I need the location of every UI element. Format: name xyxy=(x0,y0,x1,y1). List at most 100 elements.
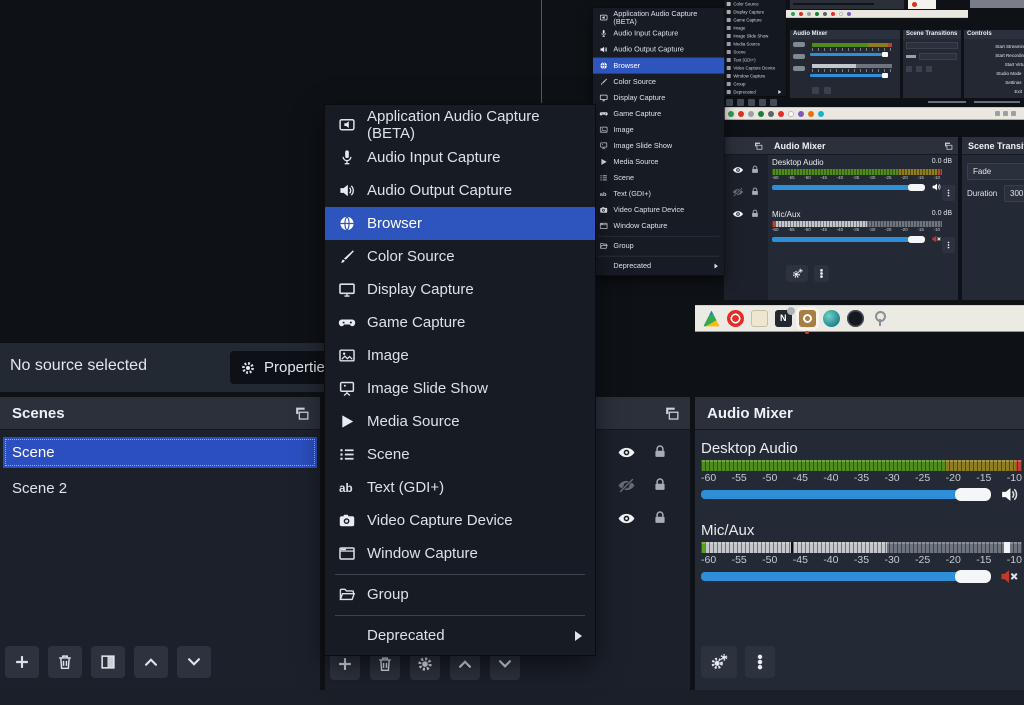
menu-item[interactable]: Text (GDI+) xyxy=(325,471,595,504)
menu-item[interactable]: Audio Output Capture xyxy=(325,174,595,207)
mini-submenu-arrow-icon xyxy=(715,263,718,268)
lock-icon[interactable] xyxy=(652,509,668,526)
menu-item[interactable]: Browser xyxy=(325,207,595,240)
menu-item-icon xyxy=(338,215,356,232)
mini-menu-item-icon xyxy=(599,222,608,230)
mini-advanced-audio-button xyxy=(786,265,808,282)
move-scene-up-button[interactable] xyxy=(134,646,168,678)
menu-item[interactable]: Image Slide Show xyxy=(325,372,595,405)
preview-guide-line xyxy=(541,0,542,103)
mini-menu-item: Media Source xyxy=(593,154,724,170)
mini-menu-item: Image xyxy=(593,122,724,138)
tiny-menu-item: Group xyxy=(724,80,786,88)
menu-item-label: Color Source xyxy=(367,248,455,265)
eye-off-icon[interactable] xyxy=(617,476,636,495)
audio-mixer-title: Audio Mixer xyxy=(707,405,793,422)
menu-item-icon xyxy=(338,413,356,430)
eye-icon[interactable] xyxy=(617,509,636,528)
mini-menu-item-icon xyxy=(599,174,608,182)
mini-menu-item-icon xyxy=(599,13,608,21)
speaker-icon[interactable] xyxy=(999,485,1020,504)
menu-item[interactable]: Display Capture xyxy=(325,273,595,306)
menu-item-label: Audio Output Capture xyxy=(367,182,512,199)
mini-volume-slider xyxy=(772,236,942,243)
earth-icon xyxy=(823,310,840,327)
menu-item[interactable]: Color Source xyxy=(325,240,595,273)
lock-icon[interactable] xyxy=(652,443,668,460)
mini-channel-db: 0.0 dB xyxy=(932,158,952,165)
menu-item-label: Text (GDI+) xyxy=(367,479,444,496)
menu-item-label: Window Capture xyxy=(367,545,478,562)
menu-item-label: Deprecated xyxy=(367,627,445,644)
volume-slider[interactable] xyxy=(701,570,1022,583)
meter-tick-labels: -60-55-50-45-40-35-30-25-20-15-10 xyxy=(701,472,1022,484)
mini-menu-item: Deprecated xyxy=(593,258,724,274)
menu-item-icon xyxy=(338,281,356,298)
menu-item-label: Group xyxy=(367,586,409,603)
add-scene-button[interactable] xyxy=(5,646,39,678)
mini-menu-item: Browser xyxy=(593,58,724,74)
gears-icon xyxy=(792,268,803,279)
mixer-channel: Desktop Audio -60-55-50-45-40-35-30-25-2… xyxy=(701,440,1022,515)
menu-item[interactable]: Audio Input Capture xyxy=(325,141,595,174)
advanced-audio-button[interactable] xyxy=(701,646,737,678)
lock-icon[interactable] xyxy=(652,476,668,493)
mini-menu-item-icon xyxy=(599,94,608,102)
slider-track xyxy=(701,490,960,499)
volume-slider[interactable] xyxy=(701,488,1022,501)
slider-handle[interactable] xyxy=(955,570,991,583)
menu-item[interactable]: Application Audio Capture (BETA) xyxy=(325,108,595,141)
scene-filters-button[interactable] xyxy=(91,646,125,678)
eye-icon xyxy=(732,164,744,176)
menu-item-label: Image Slide Show xyxy=(367,380,488,397)
notes-icon xyxy=(751,310,768,327)
popout-icon[interactable] xyxy=(293,405,311,422)
properties-button[interactable]: Properties xyxy=(230,351,330,384)
mini-scene-transitions-panel: Scene Transitions Fade Duration 300 ms xyxy=(962,137,1024,300)
tiny-scene-transitions-panel: Scene Transitions xyxy=(903,30,961,98)
eye-icon[interactable] xyxy=(617,443,636,462)
meter-tick-labels: -60-55-50-45-40-35-30-25-20-15-10 xyxy=(701,554,1022,566)
lock-icon xyxy=(750,208,760,219)
move-scene-down-button[interactable] xyxy=(177,646,211,678)
menu-item[interactable]: Media Source xyxy=(325,405,595,438)
submenu-arrow-icon xyxy=(575,631,582,641)
speaker-muted-icon xyxy=(931,234,942,244)
menu-item[interactable]: Window Capture xyxy=(325,537,595,570)
mini-menu-item-label: Audio Input Capture xyxy=(613,29,678,37)
menu-item[interactable]: Scene xyxy=(325,438,595,471)
meter-max-marker xyxy=(1004,542,1010,553)
mini-menu-item: Game Capture xyxy=(593,106,724,122)
menu-item[interactable]: Image xyxy=(325,339,595,372)
scenes-header: Scenes xyxy=(0,397,320,430)
mini-menu-item-icon xyxy=(599,262,608,270)
slider-track xyxy=(701,572,960,581)
scenes-panel: Scenes Scene Scene 2 xyxy=(0,397,320,690)
mini-source-menu: Application Audio Capture (BETA) Audio I… xyxy=(593,8,724,275)
scene-list-item[interactable]: Scene xyxy=(3,437,317,468)
popout-icon[interactable] xyxy=(663,405,681,422)
speaker-muted-icon[interactable] xyxy=(999,567,1020,586)
menu-item[interactable]: Game Capture xyxy=(325,306,595,339)
tiny-panel-title: Audio Mixer xyxy=(790,30,900,39)
scene-list-item[interactable]: Scene 2 xyxy=(3,473,317,504)
youtube-music-icon xyxy=(727,310,744,327)
menu-item[interactable]: Deprecated xyxy=(325,619,595,652)
menu-item-icon xyxy=(338,479,356,496)
eye-icon xyxy=(732,208,744,220)
mini-menu-item: Window Capture xyxy=(593,218,724,234)
mini-mixer-channel: Desktop Audio 0.0 dB -60-55-50-45-40-35-… xyxy=(772,158,954,208)
menu-item-icon xyxy=(338,314,356,331)
mini-menu-item-icon xyxy=(599,158,608,166)
status-bar-strip xyxy=(0,690,1024,705)
menu-item[interactable]: Video Capture Device xyxy=(325,504,595,537)
menu-item[interactable]: Group xyxy=(325,578,595,611)
kebab-icon xyxy=(944,187,953,199)
tiny-menu-item: Image xyxy=(724,24,786,32)
tiny-control-button: Studio Mode xyxy=(964,66,1024,75)
add-source-context-menu: Application Audio Capture (BETA) Audio I… xyxy=(325,105,595,655)
slider-handle[interactable] xyxy=(955,488,991,501)
menu-item-label: Scene xyxy=(367,446,410,463)
remove-scene-button[interactable] xyxy=(48,646,82,678)
mixer-options-button[interactable] xyxy=(745,646,775,678)
